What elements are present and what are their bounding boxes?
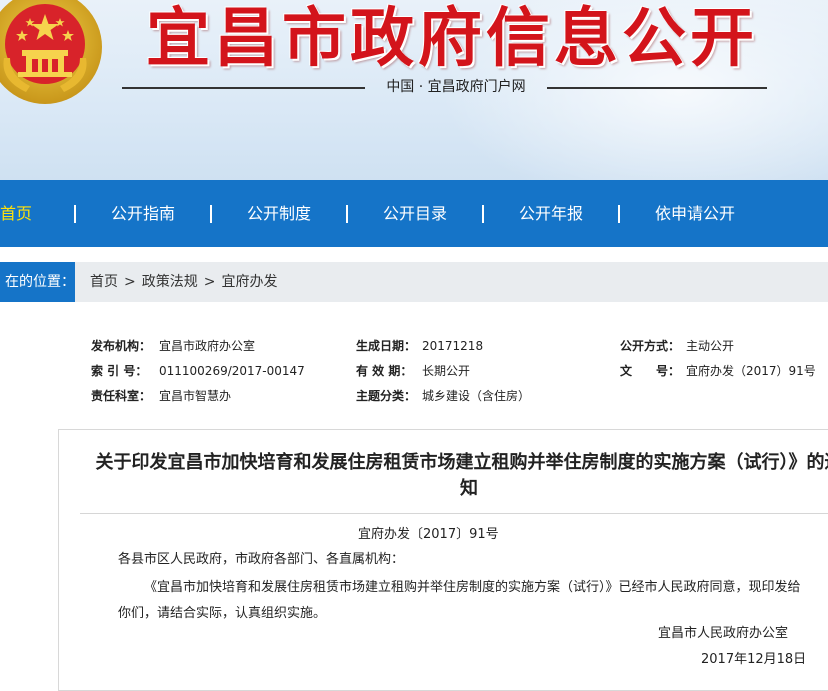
nav-item-home[interactable]: 开首页: [0, 180, 32, 247]
nav-item-request[interactable]: 依申请公开: [655, 180, 735, 247]
subtitle-rule-right: [547, 87, 767, 89]
meta-row: 索 引 号： 011100269/2017-00147 有 效 期： 长期公开 …: [0, 359, 828, 383]
index-value: 011100269/2017-00147: [159, 364, 305, 378]
subtitle-rule-left: [122, 87, 365, 89]
validity-label: 有 效 期：: [356, 364, 413, 378]
validity-value: 长期公开: [422, 364, 471, 378]
date-label: 生成日期：: [356, 339, 417, 353]
site-subtitle: 中国 · 宜昌政府门户网: [386, 79, 526, 95]
article-title: 关于印发宜昌市加快培育和发展住房租赁市场建立租购并举住房制度的实施方案（试行）》…: [95, 452, 828, 499]
date-value: 20171218: [422, 339, 484, 353]
breadcrumb-separator: >: [124, 274, 136, 290]
topic-value: 城乡建设（含住房）: [422, 389, 531, 403]
nav-item-catalog[interactable]: 公开目录: [383, 180, 447, 247]
article-body: 《宜昌市加快培育和发展住房租赁市场建立租购并举住房制度的实施方案（试行）》已经市…: [118, 580, 801, 621]
site-banner: 宜昌市政府信息公开 中国 · 宜昌政府门户网: [0, 0, 828, 180]
breadcrumb-label: 在的位置：: [0, 262, 75, 302]
breadcrumb-trail: 首页 > 政策法规 > 宜府办发: [90, 262, 277, 302]
title-divider: [80, 513, 828, 514]
dept-value: 宜昌市智慧办: [159, 389, 232, 403]
nav-item-guide[interactable]: 公开指南: [111, 180, 175, 247]
signature-date: 2017年12月18日: [701, 652, 807, 667]
nav-item-annual-report[interactable]: 公开年报: [519, 180, 583, 247]
docno-value: 宜府办发（2017）91号: [686, 364, 816, 378]
breadcrumb-separator: >: [203, 274, 216, 290]
meta-row: 发布机构： 宜昌市政府办公室 生成日期： 20171218 公开方式： 主动公开: [0, 334, 828, 358]
disclosure-label: 公开方式：: [620, 339, 681, 353]
nav-separator: [482, 205, 484, 223]
nav-separator: [74, 205, 76, 223]
dept-label: 责任科室：: [91, 389, 152, 403]
document-number: 宜府办发〔2017〕91号: [358, 527, 499, 542]
publisher-value: 宜昌市政府办公室: [159, 339, 256, 353]
nav-separator: [346, 205, 348, 223]
breadcrumb-link-policy[interactable]: 政策法规: [142, 274, 198, 290]
index-label: 索 引 号：: [91, 364, 148, 378]
docno-label: 文 号：: [620, 364, 681, 378]
meta-row: 责任科室： 宜昌市智慧办 主题分类： 城乡建设（含住房）: [0, 384, 828, 408]
nav-separator: [210, 205, 212, 223]
breadcrumb: 在的位置： 首页 > 政策法规 > 宜府办发: [0, 262, 828, 302]
breadcrumb-link-category[interactable]: 宜府办发: [221, 274, 277, 290]
disclosure-value: 主动公开: [686, 339, 735, 353]
addressee: 各县市区人民政府，市政府各部门、各直属机构：: [118, 552, 405, 567]
nav-item-regulations[interactable]: 公开制度: [247, 180, 311, 247]
topic-label: 主题分类：: [356, 389, 417, 403]
nav-separator: [618, 205, 620, 223]
site-title: 宜昌市政府信息公开: [146, 2, 758, 76]
breadcrumb-link-home[interactable]: 首页: [90, 274, 118, 290]
publisher-label: 发布机构：: [91, 339, 152, 353]
national-emblem-icon: [0, 0, 102, 104]
breadcrumb-label-text: 在的位置：: [5, 274, 75, 290]
signature-org: 宜昌市人民政府办公室: [658, 626, 789, 641]
main-nav: 开首页 公开指南 公开制度 公开目录 公开年报 依申请公开: [0, 180, 828, 247]
